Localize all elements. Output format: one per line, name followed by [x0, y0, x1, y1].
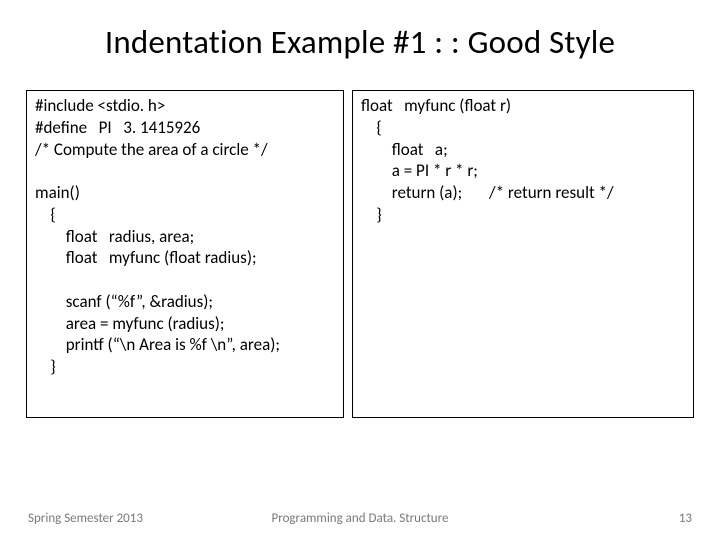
- footer-center: Programming and Data. Structure: [272, 511, 449, 526]
- footer-page-number: 13: [679, 511, 692, 526]
- code-right-wrap: float myfunc (float r) { float a; a = PI…: [352, 90, 694, 418]
- footer-left: Spring Semester 2013: [28, 511, 143, 526]
- footer: Spring Semester 2013 Programming and Dat…: [0, 511, 720, 526]
- slide: Indentation Example #1 : : Good Style #i…: [0, 0, 720, 540]
- code-columns: #include <stdio. h> #define PI 3. 141592…: [0, 90, 720, 418]
- code-left: #include <stdio. h> #define PI 3. 141592…: [26, 90, 344, 418]
- code-right: float myfunc (float r) { float a; a = PI…: [352, 90, 694, 418]
- slide-title: Indentation Example #1 : : Good Style: [0, 0, 720, 72]
